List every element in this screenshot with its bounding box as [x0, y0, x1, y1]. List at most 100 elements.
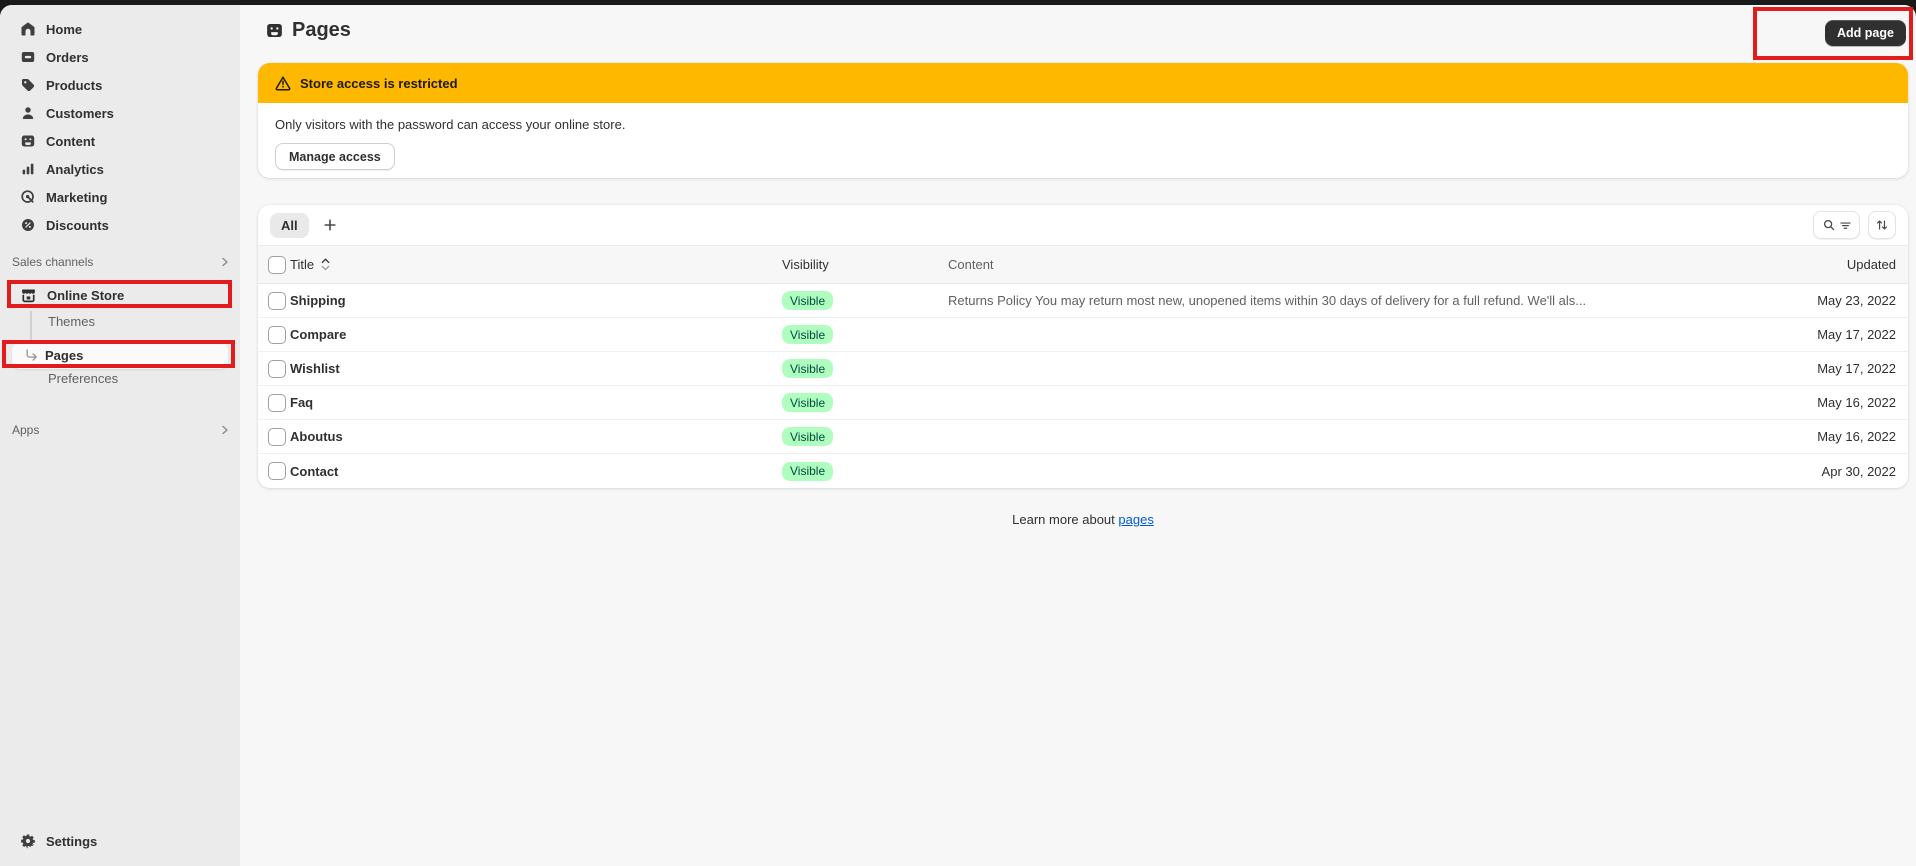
storefront-icon [20, 287, 37, 304]
page-title-cell[interactable]: Aboutus [290, 429, 782, 444]
visibility-cell: Visible [782, 427, 948, 446]
status-badge: Visible [782, 393, 833, 412]
preferences-label: Preferences [48, 371, 118, 386]
page-title-cell[interactable]: Faq [290, 395, 782, 410]
status-badge: Visible [782, 359, 833, 378]
pages-docs-link[interactable]: pages [1118, 512, 1153, 527]
sidebar-item-label: Marketing [46, 190, 107, 205]
page-title-cell[interactable]: Compare [290, 327, 782, 342]
add-view-button[interactable] [322, 217, 338, 233]
banner-title: Store access is restricted [300, 76, 458, 91]
warning-triangle-icon [275, 75, 291, 91]
table-row[interactable]: Shipping Visible Returns Policy You may … [258, 284, 1908, 318]
page-title-cell[interactable]: Shipping [290, 293, 782, 308]
row-checkbox[interactable] [268, 462, 286, 480]
table-row[interactable]: Compare Visible May 17, 2022 [258, 318, 1908, 352]
table-actions [1813, 211, 1896, 239]
banner-description: Only visitors with the password can acce… [275, 117, 1891, 132]
sales-channels-label: Sales channels [12, 255, 93, 269]
tab-all[interactable]: All [270, 213, 309, 238]
apps-label: Apps [12, 423, 39, 437]
sidebar-item-products[interactable]: Products [8, 71, 232, 99]
status-badge: Visible [782, 462, 833, 481]
filter-lines-icon [1839, 219, 1852, 232]
status-badge: Visible [782, 325, 833, 344]
column-header-content: Content [948, 257, 1758, 272]
search-and-filter-button[interactable] [1813, 211, 1860, 239]
row-checkbox[interactable] [268, 394, 286, 412]
column-header-title[interactable]: Title [290, 257, 782, 272]
sidebar-item-discounts[interactable]: Discounts [8, 211, 232, 239]
content-icon [20, 133, 36, 149]
column-header-updated: Updated [1758, 257, 1908, 272]
settings-label: Settings [46, 834, 97, 849]
customers-icon [20, 105, 36, 121]
manage-access-button[interactable]: Manage access [275, 143, 395, 170]
sidebar-item-themes[interactable]: Themes [8, 308, 232, 334]
updated-cell: May 17, 2022 [1758, 361, 1908, 376]
sidebar-item-orders[interactable]: Orders [8, 43, 232, 71]
column-header-visibility: Visibility [782, 257, 948, 272]
page-title-cell[interactable]: Wishlist [290, 361, 782, 376]
analytics-icon [20, 161, 36, 177]
row-checkbox[interactable] [268, 360, 286, 378]
page-title-cell[interactable]: Contact [290, 464, 782, 479]
table-row[interactable]: Faq Visible May 16, 2022 [258, 386, 1908, 420]
sidebar-item-home[interactable]: Home [8, 15, 232, 43]
gear-icon [20, 833, 36, 849]
visibility-cell: Visible [782, 393, 948, 412]
visibility-cell: Visible [782, 291, 948, 310]
sidebar-item-marketing[interactable]: Marketing [8, 183, 232, 211]
visibility-cell: Visible [782, 325, 948, 344]
pages-table-card: All Tit [258, 205, 1908, 488]
sidebar-section-apps[interactable]: Apps [12, 420, 230, 440]
updated-cell: May 16, 2022 [1758, 395, 1908, 410]
banner-header: Store access is restricted [258, 63, 1908, 103]
orders-icon [20, 49, 36, 65]
sidebar-item-analytics[interactable]: Analytics [8, 155, 232, 183]
row-checkbox[interactable] [268, 428, 286, 446]
sidebar-item-label: Analytics [46, 162, 104, 177]
main-content: Pages Add page Store access is restricte… [240, 5, 1916, 866]
sidebar-item-label: Products [46, 78, 102, 93]
store-access-banner: Store access is restricted Only visitors… [258, 63, 1908, 178]
page-title: Pages [292, 19, 351, 42]
sidebar-item-content[interactable]: Content [8, 127, 232, 155]
sort-arrows-icon [1875, 218, 1889, 232]
row-checkbox-cell [258, 326, 290, 344]
table-row[interactable]: Wishlist Visible May 17, 2022 [258, 352, 1908, 386]
visibility-cell: Visible [782, 462, 948, 481]
learn-more-footer: Learn more about pages [258, 512, 1908, 527]
sort-button[interactable] [1868, 211, 1896, 239]
table-row[interactable]: Aboutus Visible May 16, 2022 [258, 420, 1908, 454]
sidebar-item-label: Discounts [46, 218, 109, 233]
sidebar-item-settings[interactable]: Settings [8, 827, 232, 855]
online-store-label: Online Store [47, 288, 124, 303]
sidebar-item-online-store[interactable]: Online Store [8, 281, 232, 309]
sidebar-section-sales-channels[interactable]: Sales channels [12, 252, 230, 272]
chevron-right-icon [220, 257, 230, 267]
marketing-icon [20, 189, 36, 205]
plus-icon [322, 217, 338, 233]
sidebar-item-preferences[interactable]: Preferences [8, 365, 232, 391]
table-tabs-row: All [258, 205, 1908, 246]
search-icon [1822, 218, 1836, 232]
sidebar-item-customers[interactable]: Customers [8, 99, 232, 127]
shopify-admin-pages-screen: { "colors": { "annotation_red": "#e01c1c… [0, 0, 1916, 866]
sidebar-item-label: Customers [46, 106, 114, 121]
row-checkbox-cell [258, 462, 290, 480]
add-page-button[interactable]: Add page [1825, 20, 1906, 46]
sidebar-main-nav: Home Orders Products Customers Content A… [8, 15, 232, 239]
row-checkbox[interactable] [268, 292, 286, 310]
row-checkbox[interactable] [268, 326, 286, 344]
content-cell: Returns Policy You may return most new, … [948, 293, 1758, 308]
select-all-checkbox[interactable] [268, 256, 286, 274]
table-row[interactable]: Contact Visible Apr 30, 2022 [258, 454, 1908, 488]
updated-cell: May 16, 2022 [1758, 429, 1908, 444]
sidebar: Home Orders Products Customers Content A… [0, 5, 240, 866]
row-checkbox-cell [258, 292, 290, 310]
row-checkbox-cell [258, 428, 290, 446]
arrow-branch-icon [25, 349, 38, 362]
header-checkbox-cell [258, 256, 290, 274]
learn-more-text: Learn more about [1012, 512, 1115, 527]
